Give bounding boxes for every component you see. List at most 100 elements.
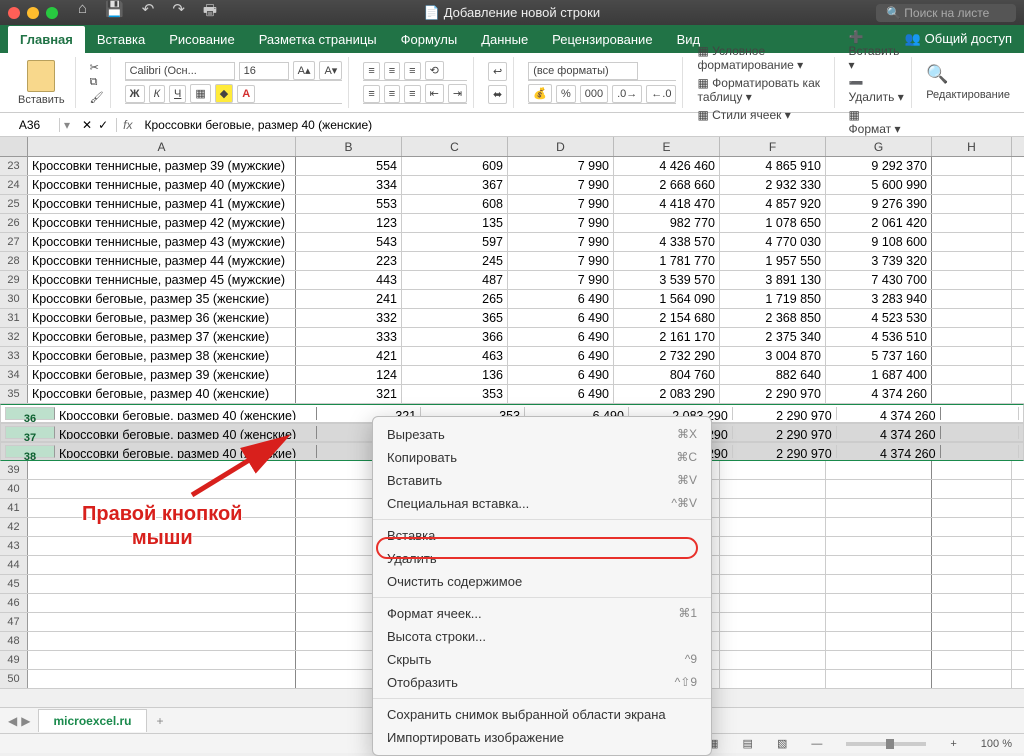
tab-draw[interactable]: Рисование <box>157 26 246 53</box>
cell[interactable]: 3 283 940 <box>826 290 932 308</box>
row-header[interactable]: 23 <box>0 157 28 175</box>
row-header[interactable]: 43 <box>0 537 28 555</box>
cell[interactable] <box>720 594 826 612</box>
cell[interactable]: 2 668 660 <box>614 176 720 194</box>
cell[interactable] <box>932 632 1012 650</box>
cell[interactable] <box>28 480 296 498</box>
cell[interactable] <box>932 556 1012 574</box>
table-row[interactable]: 24Кроссовки теннисные, размер 40 (мужски… <box>0 176 1024 195</box>
font-name[interactable]: Calibri (Осн... <box>125 62 235 80</box>
cell[interactable]: 4 338 570 <box>614 233 720 251</box>
cell[interactable]: 804 760 <box>614 366 720 384</box>
cell[interactable]: 2 061 420 <box>826 214 932 232</box>
col-header[interactable]: C <box>402 137 508 156</box>
cell[interactable]: Кроссовки беговые, размер 35 (женские) <box>28 290 296 308</box>
cell[interactable]: 609 <box>402 157 508 175</box>
cell[interactable] <box>932 347 1012 365</box>
sort-filter-icon[interactable]: 🔍 <box>926 64 1010 85</box>
cell[interactable]: 2 154 680 <box>614 309 720 327</box>
cell[interactable]: 1 781 770 <box>614 252 720 270</box>
cell[interactable]: 4 374 260 <box>837 426 941 439</box>
context-menu-item[interactable]: Импортировать изображение <box>373 726 711 749</box>
cell[interactable]: 4 536 510 <box>826 328 932 346</box>
cell[interactable]: 6 490 <box>508 366 614 384</box>
cell[interactable]: 367 <box>402 176 508 194</box>
cell[interactable]: Кроссовки беговые, размер 38 (женские) <box>28 347 296 365</box>
indent-inc[interactable]: ⇥ <box>448 84 467 103</box>
row-header[interactable]: 28 <box>0 252 28 270</box>
cancel-formula[interactable]: ✕ <box>82 118 92 132</box>
row-header[interactable]: 37 <box>5 426 55 439</box>
maximize-window[interactable] <box>46 7 58 19</box>
table-row[interactable]: 26Кроссовки теннисные, размер 42 (мужски… <box>0 214 1024 233</box>
comma-icon[interactable]: 000 <box>580 85 608 103</box>
cell[interactable]: 1 719 850 <box>720 290 826 308</box>
cell[interactable] <box>932 613 1012 631</box>
cell[interactable]: Кроссовки беговые, размер 40 (женские) <box>55 407 317 420</box>
cell[interactable] <box>932 594 1012 612</box>
orientation[interactable]: ⟲ <box>425 61 444 80</box>
cell[interactable]: 2 290 970 <box>733 407 837 420</box>
row-header[interactable]: 29 <box>0 271 28 289</box>
table-row[interactable]: 33Кроссовки беговые, размер 38 (женские)… <box>0 347 1024 366</box>
percent-icon[interactable]: % <box>556 85 576 103</box>
redo-icon[interactable]: ↷ <box>172 0 185 25</box>
cell[interactable]: 7 990 <box>508 271 614 289</box>
cell[interactable]: 4 426 460 <box>614 157 720 175</box>
cell[interactable] <box>826 556 932 574</box>
cell[interactable] <box>932 651 1012 669</box>
cell[interactable]: 136 <box>402 366 508 384</box>
cell[interactable]: 2 368 850 <box>720 309 826 327</box>
cell[interactable]: Кроссовки теннисные, размер 45 (мужские) <box>28 271 296 289</box>
cell[interactable]: 7 990 <box>508 176 614 194</box>
row-header[interactable]: 24 <box>0 176 28 194</box>
row-header[interactable]: 36 <box>5 407 55 420</box>
cell[interactable]: Кроссовки теннисные, размер 39 (мужские) <box>28 157 296 175</box>
cell[interactable]: Кроссовки теннисные, размер 41 (мужские) <box>28 195 296 213</box>
cell[interactable] <box>826 670 932 688</box>
cell[interactable]: 6 490 <box>508 309 614 327</box>
context-menu-item[interactable]: Очистить содержимое <box>373 570 711 593</box>
share-button[interactable]: 👥 Общий доступ <box>893 25 1024 53</box>
next-sheet[interactable]: ▶ <box>21 714 30 728</box>
cell[interactable]: 241 <box>296 290 402 308</box>
cell[interactable] <box>932 157 1012 175</box>
cell[interactable] <box>932 328 1012 346</box>
cell[interactable]: 7 990 <box>508 157 614 175</box>
cell[interactable]: 6 490 <box>508 290 614 308</box>
align-bot[interactable]: ≡ <box>404 62 420 80</box>
row-header[interactable]: 44 <box>0 556 28 574</box>
name-box[interactable]: A36 <box>0 118 60 132</box>
font-shrink[interactable]: A▾ <box>319 61 342 80</box>
cell[interactable] <box>941 445 1019 458</box>
cell[interactable]: 265 <box>402 290 508 308</box>
cell[interactable]: 353 <box>402 385 508 403</box>
name-box-dropdown[interactable]: ▾ <box>60 118 74 132</box>
col-header[interactable]: B <box>296 137 402 156</box>
cell[interactable]: 5 737 160 <box>826 347 932 365</box>
row-header[interactable]: 46 <box>0 594 28 612</box>
cell[interactable] <box>932 233 1012 251</box>
cell[interactable]: 6 490 <box>508 385 614 403</box>
font-grow[interactable]: A▴ <box>293 61 316 80</box>
cell[interactable]: 463 <box>402 347 508 365</box>
cell[interactable] <box>826 461 932 479</box>
cut-icon[interactable]: ✂ <box>90 61 104 74</box>
cell[interactable]: 9 276 390 <box>826 195 932 213</box>
row-header[interactable]: 49 <box>0 651 28 669</box>
context-menu-item[interactable]: Копировать⌘C <box>373 446 711 469</box>
context-menu-item[interactable]: Скрыть^9 <box>373 648 711 671</box>
cell[interactable] <box>28 594 296 612</box>
cell[interactable] <box>826 651 932 669</box>
cell[interactable]: 4 418 470 <box>614 195 720 213</box>
cell[interactable] <box>28 632 296 650</box>
row-header[interactable]: 38 <box>5 445 55 458</box>
cell[interactable] <box>720 632 826 650</box>
zoom-slider[interactable] <box>886 739 894 749</box>
cell[interactable] <box>720 613 826 631</box>
table-row[interactable]: 30Кроссовки беговые, размер 35 (женские)… <box>0 290 1024 309</box>
table-row[interactable]: 32Кроссовки беговые, размер 37 (женские)… <box>0 328 1024 347</box>
cell[interactable] <box>932 214 1012 232</box>
cell[interactable]: 245 <box>402 252 508 270</box>
cell[interactable]: 5 600 990 <box>826 176 932 194</box>
